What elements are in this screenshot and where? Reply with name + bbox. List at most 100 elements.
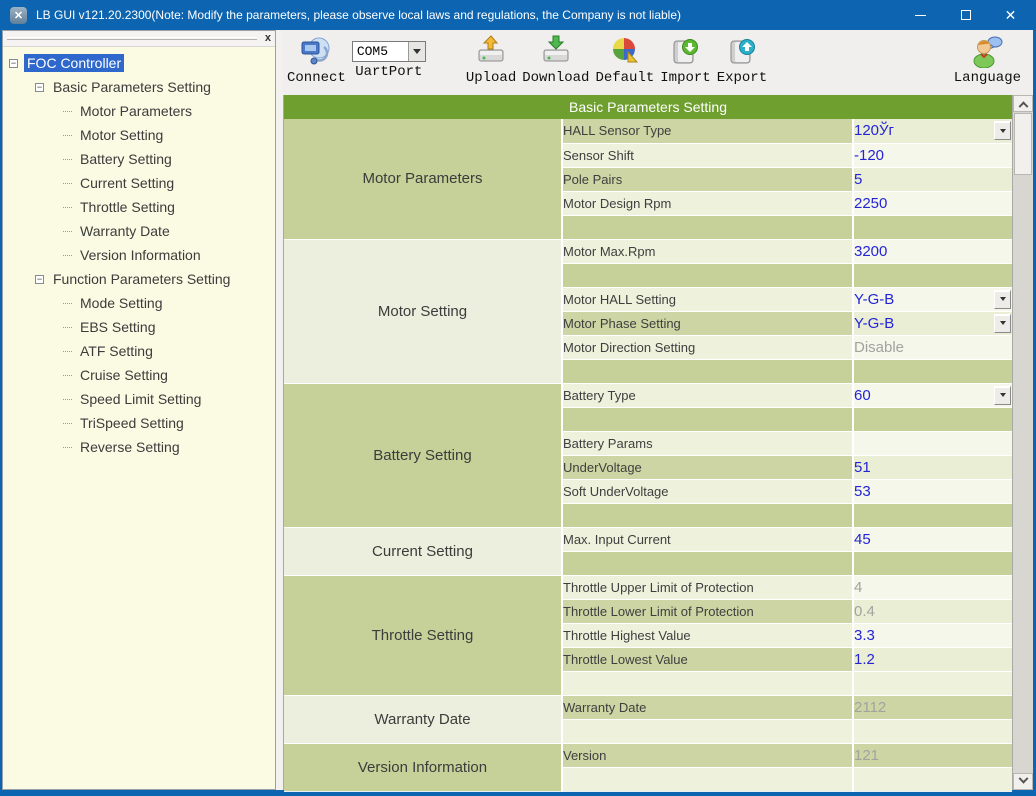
vertical-scrollbar[interactable] (1013, 95, 1033, 790)
download-button[interactable]: Download (522, 34, 589, 86)
tree-item-mode-setting[interactable]: Mode Setting (3, 291, 275, 315)
tree-item-label: Motor Setting (77, 126, 166, 144)
table-row: Throttle SettingThrottle Upper Limit of … (284, 575, 1012, 599)
tree-item-ebs-setting[interactable]: EBS Setting (3, 315, 275, 339)
close-button[interactable]: ✕ (988, 0, 1033, 30)
param-value-field[interactable]: 1.2 (853, 647, 1012, 671)
uart-port-label: UartPort (355, 64, 422, 80)
param-value-field[interactable]: 45 (853, 527, 1012, 551)
param-value: 5 (854, 171, 862, 188)
param-value-field[interactable]: 53 (853, 479, 1012, 503)
tree-item-version-information[interactable]: Version Information (3, 243, 275, 267)
param-value-field[interactable]: Disable (853, 335, 1012, 359)
value-dropdown-icon[interactable] (994, 314, 1011, 333)
minimize-icon (915, 15, 926, 16)
tree-item-label: Version Information (77, 246, 204, 264)
tree-item-label: ATF Setting (77, 342, 156, 360)
tree-connector (63, 447, 72, 448)
uart-port-dropdown-icon[interactable] (408, 42, 425, 61)
tree-item-reverse-setting[interactable]: Reverse Setting (3, 435, 275, 459)
tree-item-motor-parameters[interactable]: Motor Parameters (3, 99, 275, 123)
param-value-field[interactable] (853, 431, 1012, 455)
scroll-down-button[interactable] (1013, 773, 1033, 790)
chevron-up-icon (1018, 101, 1028, 111)
tree-collapse-icon[interactable]: − (35, 83, 44, 92)
param-value: 60 (854, 387, 871, 404)
value-dropdown-icon[interactable] (994, 386, 1011, 405)
param-label: Soft UnderVoltage (562, 479, 853, 503)
param-label: Version (562, 743, 853, 767)
param-value-field[interactable]: 120Ўг (853, 119, 1012, 143)
param-value-field[interactable]: 4 (853, 575, 1012, 599)
pane-close-icon[interactable]: x (265, 33, 271, 44)
title-bar: ✕ LB GUI v121.20.2300(Note: Modify the p… (2, 0, 1033, 30)
import-button[interactable]: Import (660, 34, 710, 86)
empty-value-cell (853, 359, 1012, 383)
table-row: Motor ParametersHALL Sensor Type120Ўг (284, 119, 1012, 143)
pane-splitter[interactable] (276, 30, 283, 790)
param-value-field[interactable]: 121 (853, 743, 1012, 767)
group-cell-motor-parameters: Motor Parameters (284, 119, 562, 239)
tree-item-foc-controller[interactable]: −FOC Controller (3, 51, 275, 75)
uart-port-group: COM5 UartPort (352, 34, 426, 80)
tree-connector (63, 255, 72, 256)
minimize-button[interactable] (898, 0, 943, 30)
param-value-field[interactable]: 5 (853, 167, 1012, 191)
param-value-field[interactable]: 51 (853, 455, 1012, 479)
param-value-field[interactable]: Y-G-B (853, 311, 1012, 335)
maximize-button[interactable] (943, 0, 988, 30)
scroll-up-button[interactable] (1013, 95, 1033, 112)
table-row: Battery SettingBattery Type60 (284, 383, 1012, 407)
tree-item-trispeed-setting[interactable]: TriSpeed Setting (3, 411, 275, 435)
tree-item-cruise-setting[interactable]: Cruise Setting (3, 363, 275, 387)
param-label: HALL Sensor Type (562, 119, 853, 143)
tree-connector (63, 207, 72, 208)
tree-collapse-icon[interactable]: − (9, 59, 18, 68)
language-button[interactable]: Language (954, 34, 1021, 86)
tree-item-label: Mode Setting (77, 294, 166, 312)
group-cell-motor-setting: Motor Setting (284, 239, 562, 383)
pane-grip[interactable] (7, 37, 257, 40)
download-icon (539, 34, 573, 68)
tree-item-battery-setting[interactable]: Battery Setting (3, 147, 275, 171)
tree-item-function-parameters-setting[interactable]: −Function Parameters Setting (3, 267, 275, 291)
tree-item-label: Throttle Setting (77, 198, 178, 216)
param-value: 3.3 (854, 627, 875, 644)
export-button[interactable]: Export (717, 34, 767, 86)
uart-port-select[interactable]: COM5 (352, 41, 426, 62)
param-value: 120Ўг (854, 122, 894, 139)
tree-connector (63, 351, 72, 352)
param-value-field[interactable]: 0.4 (853, 599, 1012, 623)
tree-item-motor-setting[interactable]: Motor Setting (3, 123, 275, 147)
empty-label-cell (562, 719, 853, 743)
tree-item-speed-limit-setting[interactable]: Speed Limit Setting (3, 387, 275, 411)
tree-item-throttle-setting[interactable]: Throttle Setting (3, 195, 275, 219)
value-dropdown-icon[interactable] (994, 121, 1011, 140)
close-icon: ✕ (1005, 8, 1017, 22)
param-label: Throttle Lower Limit of Protection (562, 599, 853, 623)
group-cell-throttle-setting: Throttle Setting (284, 575, 562, 695)
default-button[interactable]: Default (595, 34, 654, 86)
export-icon (725, 34, 759, 68)
tree-item-basic-parameters-setting[interactable]: −Basic Parameters Setting (3, 75, 275, 99)
param-value-field[interactable]: -120 (853, 143, 1012, 167)
tree-item-current-setting[interactable]: Current Setting (3, 171, 275, 195)
scrollbar-thumb[interactable] (1014, 113, 1032, 175)
connect-button[interactable]: Connect (287, 34, 346, 86)
param-value-field[interactable]: 2250 (853, 191, 1012, 215)
app-icon: ✕ (10, 7, 27, 24)
param-value-field[interactable]: 3.3 (853, 623, 1012, 647)
param-value-field[interactable]: Y-G-B (853, 287, 1012, 311)
param-value: 51 (854, 459, 871, 476)
value-dropdown-icon[interactable] (994, 290, 1011, 309)
upload-button[interactable]: Upload (466, 34, 516, 86)
param-value-field[interactable]: 3200 (853, 239, 1012, 263)
param-value-field[interactable]: 2112 (853, 695, 1012, 719)
tree-collapse-icon[interactable]: − (35, 275, 44, 284)
tree-item-atf-setting[interactable]: ATF Setting (3, 339, 275, 363)
tree-item-warranty-date[interactable]: Warranty Date (3, 219, 275, 243)
tree-item-label: Battery Setting (77, 150, 175, 168)
param-value-field[interactable]: 60 (853, 383, 1012, 407)
empty-value-cell (853, 215, 1012, 239)
language-icon (970, 34, 1004, 68)
